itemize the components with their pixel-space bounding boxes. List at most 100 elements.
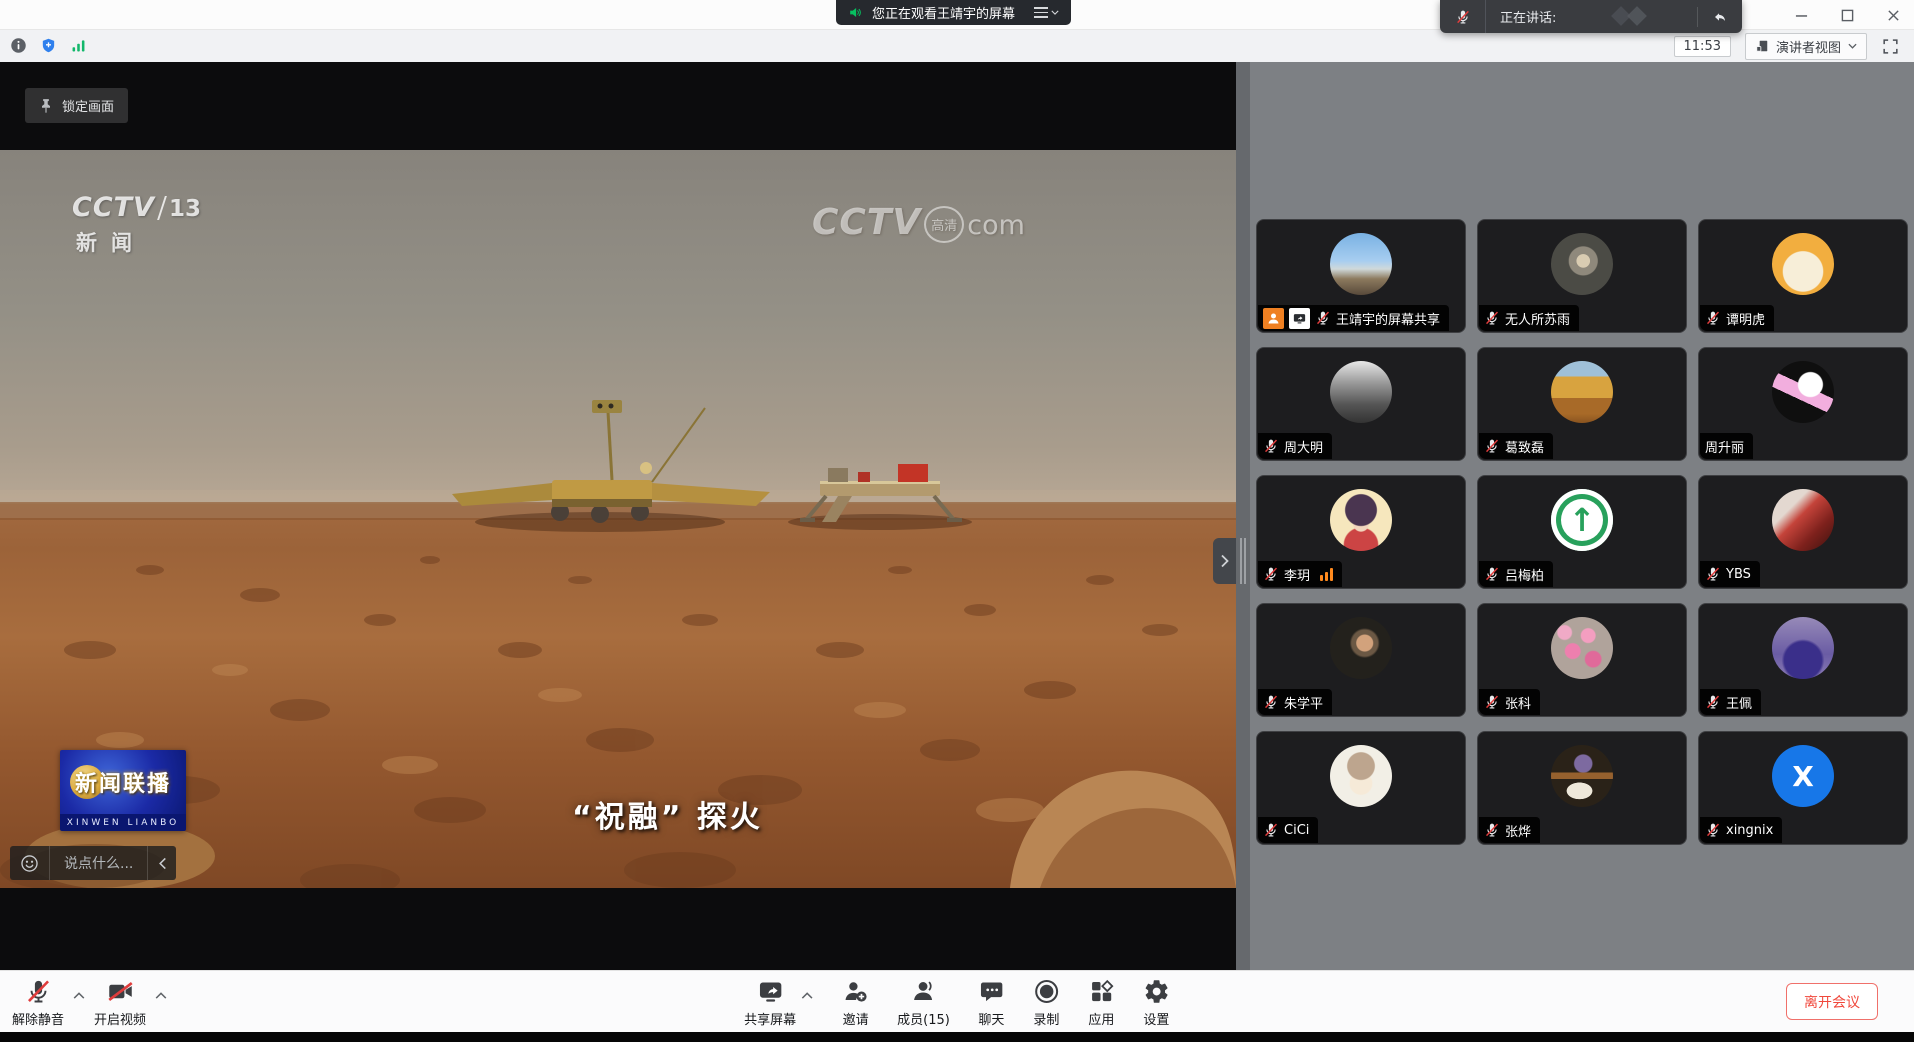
start-video-button[interactable]: 开启视频 xyxy=(94,978,146,1028)
quick-chat-bar: 说点什么... xyxy=(10,846,176,880)
participant-name: 朱学平 xyxy=(1284,693,1323,712)
mic-muted-icon xyxy=(1484,694,1500,710)
participant-namebar: 张科 xyxy=(1479,689,1540,715)
members-icon xyxy=(910,978,937,1005)
pin-icon xyxy=(39,98,53,114)
chat-bubble-icon xyxy=(978,978,1005,1005)
avatar xyxy=(1772,361,1834,423)
avatar-glyph: X xyxy=(1772,745,1834,807)
leave-meeting-button[interactable]: 离开会议 xyxy=(1786,983,1878,1020)
avatar xyxy=(1551,233,1613,295)
participant-tile[interactable]: 朱学平 xyxy=(1256,603,1466,717)
share-options-caret[interactable] xyxy=(800,988,814,1003)
participant-tile[interactable]: 无人所苏雨 xyxy=(1477,219,1687,333)
participant-name: CiCi xyxy=(1284,823,1309,838)
chat-button[interactable]: 聊天 xyxy=(978,978,1005,1028)
video-options-caret[interactable] xyxy=(154,988,168,1003)
participant-tile[interactable]: 葛致磊 xyxy=(1477,347,1687,461)
mic-muted-icon xyxy=(1484,566,1500,582)
participant-namebar: 张烨 xyxy=(1479,817,1540,843)
avatar xyxy=(1330,233,1392,295)
members-button[interactable]: 成员(15) xyxy=(897,978,950,1028)
participant-name: 谭明虎 xyxy=(1726,309,1765,328)
mic-muted-icon xyxy=(1263,694,1279,710)
participant-tile[interactable]: 王靖宇的屏幕共享 xyxy=(1256,219,1466,333)
avatar xyxy=(1551,617,1613,679)
participant-tile[interactable]: 王佩 xyxy=(1698,603,1908,717)
share-screen-button[interactable]: 共享屏幕 xyxy=(744,978,796,1028)
participant-tile[interactable]: 张科 xyxy=(1477,603,1687,717)
participant-namebar: 葛致磊 xyxy=(1479,433,1553,459)
invite-button[interactable]: 邀请 xyxy=(842,978,869,1028)
unmute-button[interactable]: 解除静音 xyxy=(12,978,64,1028)
panel-resizer[interactable] xyxy=(1236,62,1250,970)
participant-namebar: 周升丽 xyxy=(1700,433,1753,459)
close-button[interactable] xyxy=(1886,8,1900,22)
participant-name: 吕梅柏 xyxy=(1505,565,1544,584)
mic-muted-icon xyxy=(1484,822,1500,838)
speaker-avatars-faded xyxy=(1556,0,1697,33)
emoji-button[interactable] xyxy=(10,846,50,880)
bottom-black-strip xyxy=(0,1032,1914,1042)
apps-button[interactable]: 应用 xyxy=(1088,978,1115,1028)
audio-options-caret[interactable] xyxy=(72,988,86,1003)
meeting-time: 11:53 xyxy=(1674,36,1731,57)
sidebar-expand-handle[interactable] xyxy=(1213,538,1236,584)
participant-namebar: xingnix xyxy=(1700,817,1782,843)
participant-tile[interactable]: CiCi xyxy=(1256,731,1466,845)
apps-grid-icon xyxy=(1088,978,1115,1005)
meeting-window: 11:53 演讲者视图 您正在观看王靖宇的屏幕 正在讲话: xyxy=(0,0,1914,1042)
participant-namebar: 无人所苏雨 xyxy=(1479,305,1579,331)
participant-tile[interactable]: 李玥 xyxy=(1256,475,1466,589)
record-button[interactable]: 录制 xyxy=(1033,978,1060,1028)
participant-tile[interactable]: YBS xyxy=(1698,475,1908,589)
participant-name: 周升丽 xyxy=(1705,437,1744,456)
participant-tile[interactable]: 周大明 xyxy=(1256,347,1466,461)
settings-button[interactable]: 设置 xyxy=(1143,978,1170,1028)
participant-name: 张科 xyxy=(1505,693,1531,712)
participant-namebar: 王靖宇的屏幕共享 xyxy=(1258,305,1449,331)
active-speaker-badge xyxy=(1263,308,1284,329)
participant-tile[interactable]: X xingnix xyxy=(1698,731,1908,845)
camera-muted-icon xyxy=(107,978,134,1005)
chat-input[interactable]: 说点什么... xyxy=(50,846,148,880)
meeting-info-icon[interactable] xyxy=(10,37,27,54)
network-signal-icon[interactable] xyxy=(70,37,87,54)
minimize-button[interactable] xyxy=(1794,8,1808,22)
participant-tile[interactable]: 周升丽 xyxy=(1698,347,1908,461)
view-mode-dropdown[interactable]: 演讲者视图 xyxy=(1745,33,1867,60)
security-shield-icon[interactable] xyxy=(40,37,57,54)
participant-namebar: 谭明虎 xyxy=(1700,305,1774,331)
chevron-right-icon xyxy=(1220,554,1230,568)
fullscreen-button[interactable] xyxy=(1881,37,1900,56)
chevron-down-icon xyxy=(1051,10,1059,15)
participant-tile[interactable]: 张烨 xyxy=(1477,731,1687,845)
hamburger-icon xyxy=(1034,7,1048,18)
avatar xyxy=(1551,745,1613,807)
return-arrow-button[interactable] xyxy=(1698,0,1742,33)
lock-view-button[interactable]: 锁定画面 xyxy=(25,88,128,123)
participant-namebar: 朱学平 xyxy=(1258,689,1332,715)
mic-muted-icon xyxy=(1705,822,1721,838)
mic-muted-icon xyxy=(1705,694,1721,710)
avatar: X xyxy=(1772,745,1834,807)
avatar xyxy=(1330,489,1392,551)
self-mic-muted-button[interactable] xyxy=(1440,0,1486,33)
participant-name: 无人所苏雨 xyxy=(1505,309,1570,328)
cctv-com-watermark: CCTV 高清 com xyxy=(812,202,1025,247)
speaking-label: 正在讲话: xyxy=(1500,7,1556,26)
maximize-button[interactable] xyxy=(1840,8,1854,22)
collapse-chat-button[interactable] xyxy=(148,846,176,880)
speaking-now-panel: 正在讲话: xyxy=(1440,0,1742,33)
participant-name: 王佩 xyxy=(1726,693,1752,712)
participant-name: 王靖宇的屏幕共享 xyxy=(1336,309,1440,328)
mic-muted-icon xyxy=(1484,310,1500,326)
participant-tile[interactable]: ↑ 吕梅柏 xyxy=(1477,475,1687,589)
avatar xyxy=(1330,617,1392,679)
watching-screen-banner: 您正在观看王靖宇的屏幕 xyxy=(836,0,1071,25)
participant-tile[interactable]: 谭明虎 xyxy=(1698,219,1908,333)
news-caption: “祝融” 探火 xyxy=(572,792,763,836)
participant-namebar: YBS xyxy=(1700,561,1760,587)
banner-menu-button[interactable] xyxy=(1034,7,1059,18)
cctv-video-frame: CCTV 13 新闻 CCTV 高清 com 新闻联播 X xyxy=(0,150,1236,888)
